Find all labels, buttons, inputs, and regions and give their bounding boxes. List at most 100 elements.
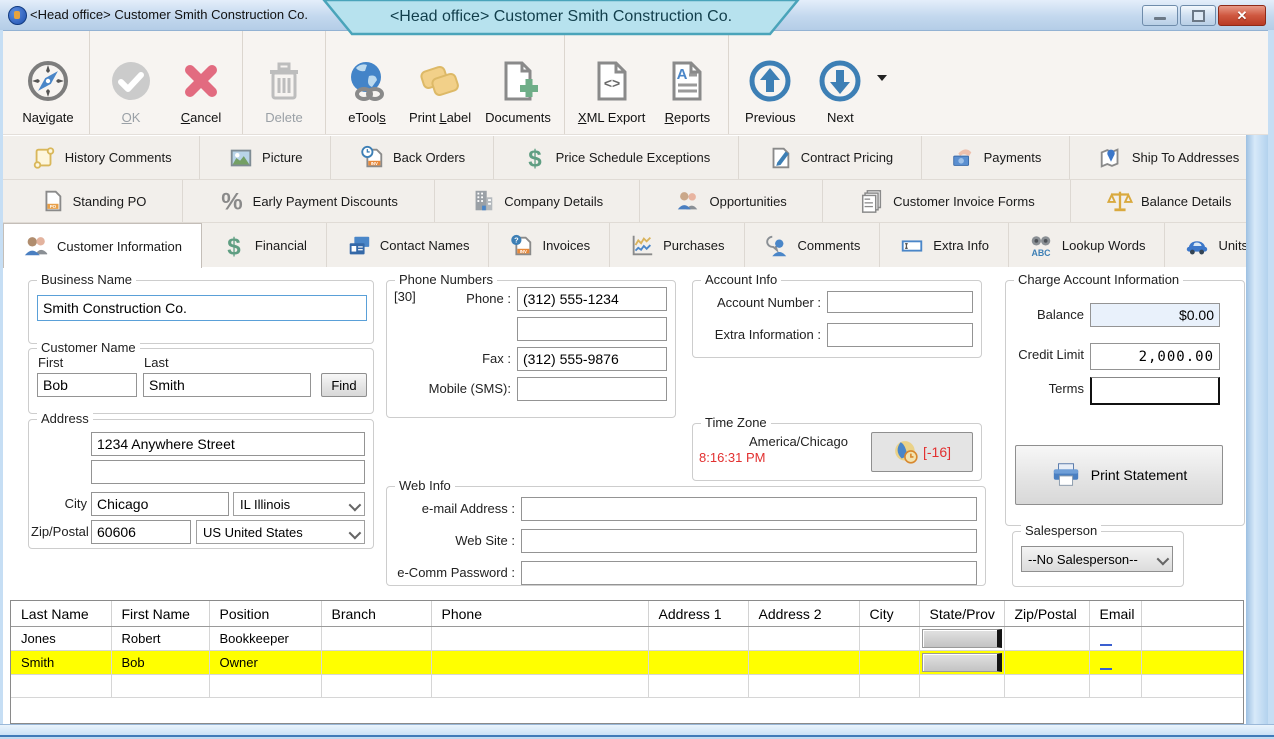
tab-picture[interactable]: Picture (200, 136, 331, 179)
minimize-button[interactable] (1142, 5, 1178, 26)
tab-opportunities[interactable]: Opportunities (640, 180, 824, 222)
terms-input[interactable] (1090, 377, 1220, 405)
contact-row-jones[interactable]: JonesRobert Bookkeeper (11, 627, 1243, 651)
tab-early-payment-discounts[interactable]: % Early Payment Discounts (183, 180, 435, 222)
tab-balance-details[interactable]: Balance Details (1071, 180, 1268, 222)
first-name-input[interactable] (37, 373, 137, 397)
tab-financial[interactable]: $ Financial (202, 223, 327, 268)
tab-history-comments[interactable]: History Comments (3, 136, 200, 179)
col-zip-postal[interactable]: Zip/Postal (1004, 601, 1089, 627)
documents-button[interactable]: Documents (478, 31, 558, 134)
phone-numbers-group: Phone Numbers [30] Phone : Fax : Mobile … (386, 280, 676, 418)
delete-button[interactable]: Delete (249, 31, 319, 134)
col-position[interactable]: Position (209, 601, 321, 627)
ok-button[interactable]: OK (96, 31, 166, 134)
email-address-input[interactable] (521, 497, 977, 521)
business-name-input[interactable] (37, 295, 367, 321)
tab-standing-po[interactable]: PO Standing PO (3, 180, 183, 222)
last-name-input[interactable] (143, 373, 311, 397)
xml-document-icon: <> (588, 57, 636, 105)
col-state-prov[interactable]: State/Prov (919, 601, 1004, 627)
web-info-group-label: Web Info (395, 478, 455, 493)
fax-input[interactable] (517, 347, 667, 371)
tab-row-2: PO Standing PO % Early Payment Discounts… (3, 180, 1268, 223)
zip-input[interactable] (91, 520, 191, 544)
account-number-input[interactable] (827, 291, 973, 313)
phone2-input[interactable] (517, 317, 667, 341)
time-zone-group: Time Zone America/Chicago 8:16:31 PM [-1… (692, 423, 982, 481)
svg-text:?: ? (515, 235, 520, 244)
report-document-icon: A (663, 57, 711, 105)
state-select[interactable]: IL Illinois (233, 492, 365, 516)
next-button[interactable]: Next (805, 31, 875, 134)
xml-export-button[interactable]: <> XML Export (571, 31, 652, 134)
tab-company-details[interactable]: Company Details (435, 180, 640, 222)
tab-contract-pricing[interactable]: Contract Pricing (739, 136, 922, 179)
reports-button[interactable]: A Reports (652, 31, 722, 134)
country-select[interactable]: US United States (196, 520, 365, 544)
tab-customer-information[interactable]: Customer Information (3, 223, 202, 268)
col-email[interactable]: Email (1089, 601, 1141, 627)
phone-label: Phone : (407, 291, 511, 306)
salesperson-select[interactable]: --No Salesperson-- (1021, 546, 1173, 572)
charge-account-group-label: Charge Account Information (1014, 272, 1183, 287)
globe-link-icon (343, 57, 391, 105)
tab-customer-invoice-forms[interactable]: Customer Invoice Forms (823, 180, 1071, 222)
print-label-button[interactable]: Print Label (402, 31, 478, 134)
extra-information-label: Extra Information : (701, 327, 821, 342)
mobile-input[interactable] (517, 377, 667, 401)
tab-purchases[interactable]: Purchases (610, 223, 744, 268)
tab-comments[interactable]: Comments (745, 223, 881, 268)
previous-button[interactable]: Previous (735, 31, 805, 134)
tab-back-orders[interactable]: INV Back Orders (331, 136, 494, 179)
col-address1[interactable]: Address 1 (648, 601, 748, 627)
contact-row-empty[interactable] (11, 675, 1243, 698)
tab-invoices[interactable]: ? INV Invoices (489, 223, 610, 268)
contact-row-smith-selected[interactable]: SmithBob Owner (11, 651, 1243, 675)
col-city[interactable]: City (859, 601, 919, 627)
address-group: Address City IL Illinois Zip/Postal US U… (28, 419, 374, 549)
find-button[interactable]: Find (321, 373, 367, 397)
tab-ship-to-addresses[interactable]: Ship To Addresses (1070, 136, 1268, 179)
print-statement-button[interactable]: Print Statement (1015, 445, 1223, 505)
cancel-button[interactable]: Cancel (166, 31, 236, 134)
tab-lookup-words[interactable]: ABC Lookup Words (1009, 223, 1166, 268)
street2-input[interactable] (91, 460, 365, 484)
svg-text:%: % (221, 188, 242, 214)
col-phone[interactable]: Phone (431, 601, 648, 627)
ecomm-password-input[interactable] (521, 561, 977, 585)
state-prov-dropdown-button[interactable] (922, 629, 1002, 648)
col-address2[interactable]: Address 2 (748, 601, 859, 627)
tab-extra-info[interactable]: Extra Info (880, 223, 1009, 268)
map-pin-icon (1098, 145, 1124, 171)
time-zone-button[interactable]: [-16] (871, 432, 973, 472)
col-branch[interactable]: Branch (321, 601, 431, 627)
minimize-icon (1154, 17, 1166, 20)
col-first-name[interactable]: First Name (111, 601, 209, 627)
state-prov-dropdown-button[interactable] (922, 653, 1002, 672)
active-window-tab[interactable]: <Head office> Customer Smith Constructio… (322, 0, 800, 36)
street1-input[interactable] (91, 432, 365, 456)
phone-input[interactable] (517, 287, 667, 311)
col-last-name[interactable]: Last Name (11, 601, 111, 627)
etools-button[interactable]: eTools (332, 31, 402, 134)
next-dropdown-caret[interactable] (877, 75, 887, 81)
tab-payments[interactable]: Payments (922, 136, 1070, 179)
email-link[interactable] (1100, 644, 1112, 646)
close-button[interactable]: ✕ (1218, 5, 1266, 26)
extra-information-input[interactable] (827, 323, 973, 347)
tab-contact-names[interactable]: Contact Names (327, 223, 490, 268)
tab-price-schedule-exceptions[interactable]: $ Price Schedule Exceptions (494, 136, 739, 179)
business-name-group-label: Business Name (37, 272, 136, 287)
print-statement-label: Print Statement (1091, 467, 1188, 483)
salesperson-group-label: Salesperson (1021, 523, 1101, 538)
maximize-button[interactable] (1180, 5, 1216, 26)
credit-limit-input[interactable] (1090, 343, 1220, 370)
email-link[interactable] (1100, 668, 1112, 670)
ecomm-password-label: e-Comm Password : (391, 565, 515, 580)
svg-text:$: $ (528, 145, 542, 171)
salesperson-group: Salesperson --No Salesperson-- (1012, 531, 1184, 587)
city-input[interactable] (91, 492, 229, 516)
web-site-input[interactable] (521, 529, 977, 553)
navigate-button[interactable]: Navigate (13, 31, 83, 134)
